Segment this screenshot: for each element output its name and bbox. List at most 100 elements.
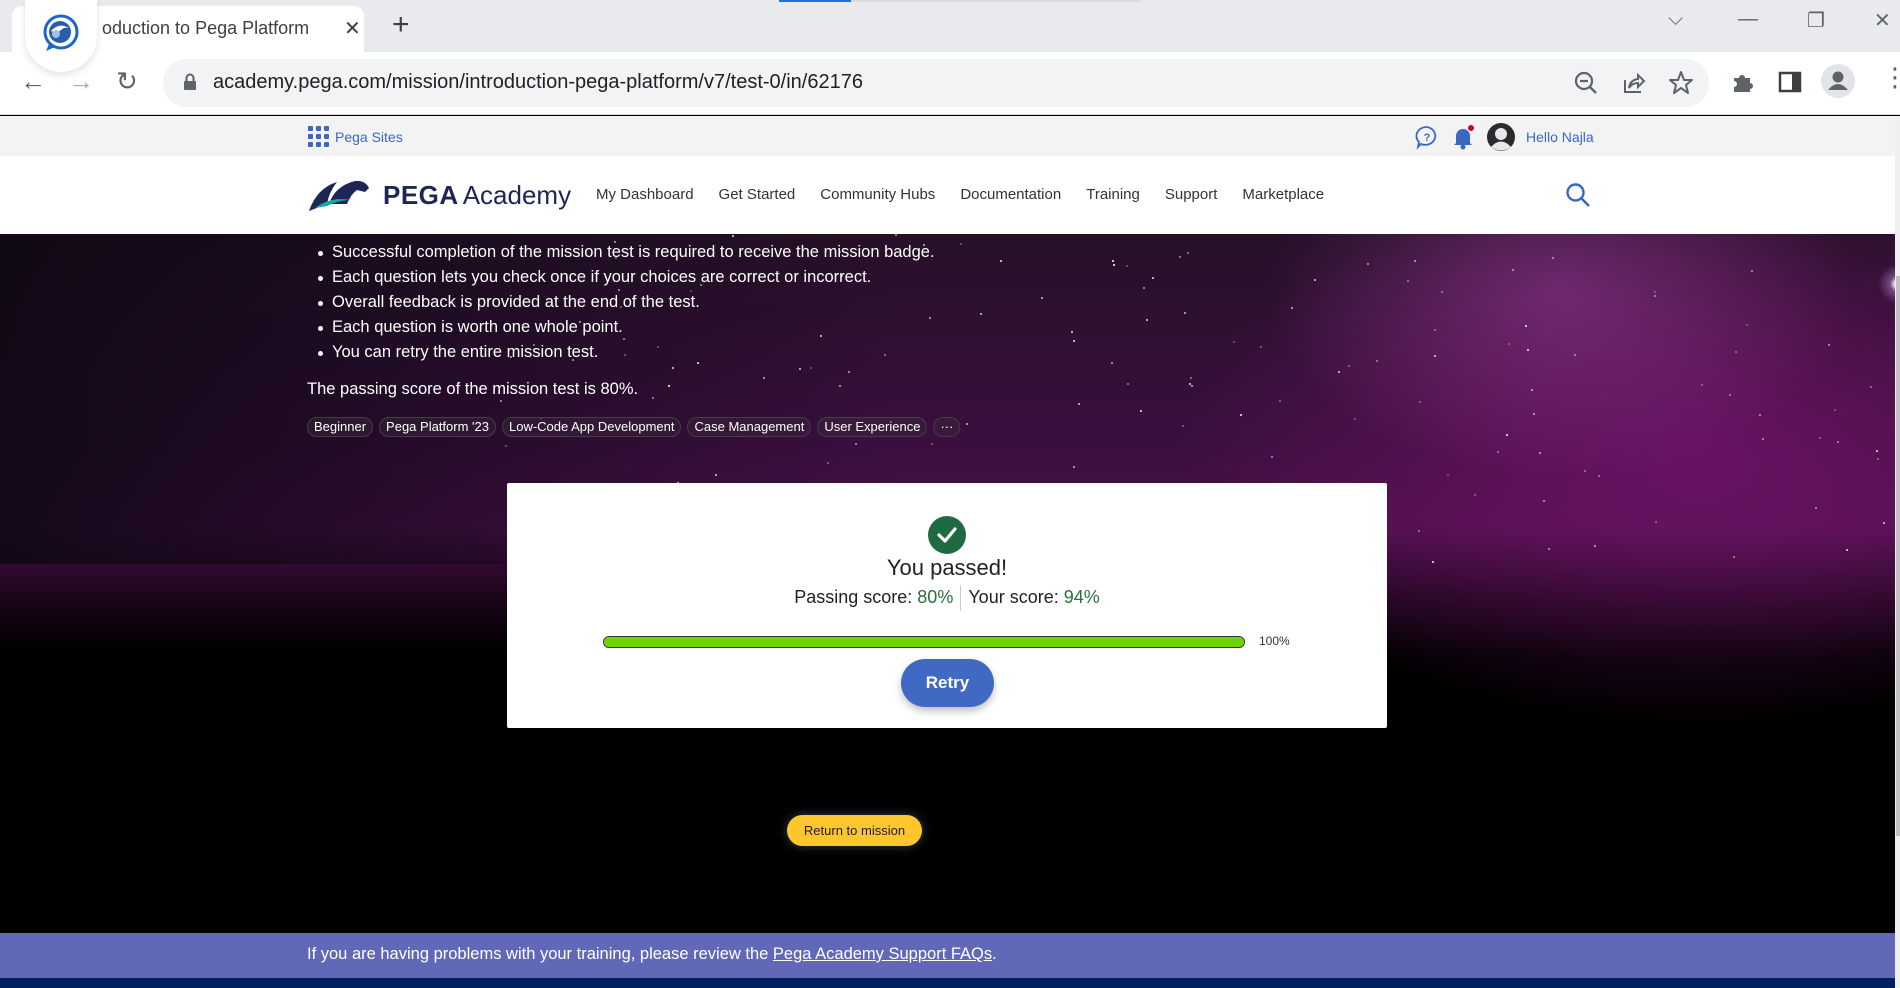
pega-sites-link[interactable]: Pega Sites: [308, 126, 403, 147]
star: [1181, 424, 1184, 427]
star: [1598, 474, 1601, 477]
star: [999, 260, 1002, 263]
search-icon[interactable]: [1565, 182, 1591, 208]
pega-utility-bar: Pega Sites ? Hello Najla: [0, 116, 1895, 156]
nav-training[interactable]: Training: [1086, 186, 1140, 203]
retry-button[interactable]: Retry: [901, 659, 994, 707]
tag-case-management[interactable]: Case Management: [687, 417, 812, 437]
star: [1338, 370, 1341, 373]
star: [1152, 276, 1155, 279]
tag-user-experience[interactable]: User Experience: [817, 417, 928, 437]
avatar[interactable]: [1486, 122, 1516, 152]
nav-community-hubs[interactable]: Community Hubs: [820, 186, 935, 203]
star: [1538, 451, 1541, 454]
pega-academy-logo[interactable]: PEGA Academy: [307, 178, 571, 212]
back-button[interactable]: ←: [20, 66, 46, 97]
star: [651, 396, 654, 399]
star: [1291, 307, 1294, 310]
star: [1836, 441, 1839, 444]
address-bar[interactable]: academy.pega.com/mission/introduction-pe…: [163, 59, 1709, 107]
nav-links: My Dashboard Get Started Community Hubs …: [596, 186, 1324, 203]
grid-icon: [308, 126, 329, 147]
window-close-button[interactable]: ✕: [1874, 8, 1891, 33]
tab-search-button[interactable]: ⌵: [1668, 8, 1683, 31]
nav-get-started[interactable]: Get Started: [719, 186, 796, 203]
star: [1552, 256, 1555, 259]
checkmark-glyph: [937, 527, 957, 543]
help-icon[interactable]: ?: [1414, 124, 1440, 150]
tag-pega-platform-23[interactable]: Pega Platform '23: [379, 417, 496, 437]
star: [1527, 348, 1529, 351]
star: [1506, 434, 1509, 437]
star: [1654, 520, 1657, 523]
share-icon[interactable]: [1621, 70, 1647, 96]
star: [1190, 376, 1193, 379]
profile-icon[interactable]: [1821, 64, 1855, 98]
minimize-button[interactable]: —: [1738, 8, 1758, 31]
passing-score-value: 80%: [917, 587, 954, 607]
star: [1240, 413, 1243, 416]
tag-low-code-app-development[interactable]: Low-Code App Development: [501, 417, 682, 437]
footer-bottom-bar: [0, 978, 1895, 988]
star: [1440, 291, 1443, 294]
your-score: Your score: 94%: [961, 587, 1106, 611]
puzzle-icon[interactable]: [1730, 70, 1754, 94]
page-scrollbar[interactable]: [1895, 116, 1900, 988]
support-faqs-link[interactable]: Pega Academy Support FAQs: [773, 945, 992, 963]
side-panel-icon[interactable]: [1778, 70, 1802, 94]
star: [1882, 522, 1885, 525]
star: [500, 399, 503, 402]
star: [1833, 408, 1836, 411]
forward-button[interactable]: →: [68, 66, 94, 97]
favicon-bubble[interactable]: [25, 0, 97, 72]
progress-label: 100%: [1259, 634, 1290, 648]
restore-button[interactable]: ❐: [1807, 8, 1825, 33]
star: [810, 366, 813, 369]
nav-my-dashboard[interactable]: My Dashboard: [596, 186, 694, 203]
reload-button[interactable]: ↻: [116, 66, 138, 97]
url-text[interactable]: academy.pega.com/mission/introduction-pe…: [213, 71, 863, 94]
close-icon[interactable]: ✕: [344, 16, 361, 41]
nav-support[interactable]: Support: [1165, 186, 1218, 203]
star: [1417, 529, 1420, 532]
star: [1111, 259, 1114, 262]
zoom-out-icon[interactable]: [1573, 70, 1599, 96]
star: [1073, 340, 1076, 343]
pega-horse-logo-icon: [309, 180, 369, 211]
passing-score: Passing score: 80%: [787, 587, 960, 611]
nav-documentation[interactable]: Documentation: [960, 186, 1061, 203]
your-score-value: 94%: [1063, 587, 1100, 607]
star: [1143, 287, 1146, 290]
star-icon[interactable]: [1668, 70, 1694, 96]
star: [979, 312, 982, 315]
star: [1260, 346, 1263, 349]
nav-marketplace[interactable]: Marketplace: [1242, 186, 1324, 203]
star: [1759, 413, 1762, 416]
result-title: You passed!: [886, 555, 1008, 580]
star: [1139, 409, 1142, 412]
user-greeting[interactable]: Hello Najla: [1526, 129, 1594, 145]
star: [1040, 296, 1043, 299]
kebab-menu-icon[interactable]: ⋮: [1882, 62, 1900, 93]
star: [839, 384, 842, 387]
star: [1818, 436, 1821, 439]
star: [1547, 548, 1550, 551]
star: [667, 385, 670, 388]
bell-icon[interactable]: [1450, 124, 1476, 150]
star: [930, 443, 933, 446]
star: [1233, 341, 1236, 344]
progress-fill: [604, 637, 1244, 647]
star: [1700, 384, 1703, 387]
scrollbar-thumb[interactable]: [1896, 276, 1900, 836]
star: [1407, 280, 1410, 283]
star: [1073, 465, 1076, 468]
tag-beginner[interactable]: Beginner: [307, 417, 374, 437]
return-to-mission-button[interactable]: Return to mission: [787, 815, 922, 846]
star: [1846, 549, 1849, 552]
star: [1474, 494, 1477, 497]
star: [1110, 362, 1113, 365]
star: [1814, 506, 1817, 509]
new-tab-button[interactable]: +: [392, 8, 410, 42]
star: [1745, 323, 1748, 326]
more-tags-button[interactable]: ···: [933, 417, 961, 437]
